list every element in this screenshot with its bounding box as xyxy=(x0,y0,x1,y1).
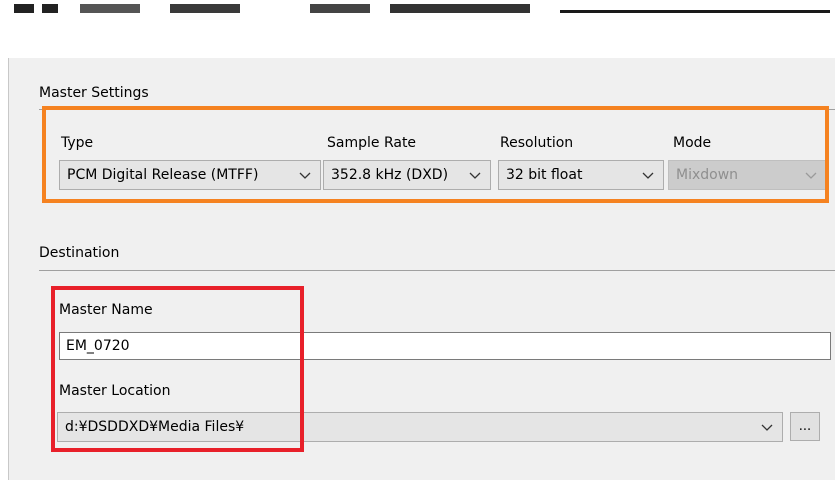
chevron-down-icon xyxy=(299,172,311,179)
master-location-dropdown[interactable]: d:¥DSDDXD¥Media Files¥ xyxy=(57,412,783,442)
destination-title: Destination xyxy=(39,245,120,261)
resolution-value: 32 bit float xyxy=(506,167,583,183)
chevron-down-icon xyxy=(469,172,481,179)
sample-rate-value: 352.8 kHz (DXD) xyxy=(331,167,449,183)
master-dialog-panel: Master Settings Type Sample Rate Resolut… xyxy=(8,58,835,480)
type-label: Type xyxy=(61,135,94,151)
sample-rate-dropdown[interactable]: 352.8 kHz (DXD) xyxy=(323,160,491,190)
browse-button[interactable]: ... xyxy=(790,412,820,441)
master-name-input[interactable]: EM_0720 xyxy=(59,332,831,360)
master-name-label: Master Name xyxy=(59,302,153,318)
resolution-dropdown[interactable]: 32 bit float xyxy=(498,160,664,190)
mode-label: Mode xyxy=(673,135,712,151)
chevron-down-icon xyxy=(761,424,773,431)
master-settings-divider xyxy=(39,109,835,110)
sample-rate-label: Sample Rate xyxy=(327,135,417,151)
master-location-label: Master Location xyxy=(59,383,171,399)
mode-value: Mixdown xyxy=(676,167,739,183)
master-settings-title: Master Settings xyxy=(39,85,149,101)
resolution-label: Resolution xyxy=(500,135,574,151)
chevron-down-icon xyxy=(642,172,654,179)
master-location-value: d:¥DSDDXD¥Media Files¥ xyxy=(65,419,245,435)
master-name-value: EM_0720 xyxy=(66,338,130,354)
background-window-strip xyxy=(0,0,835,14)
mode-dropdown: Mixdown xyxy=(668,160,827,190)
chevron-down-icon xyxy=(805,172,817,179)
type-value: PCM Digital Release (MTFF) xyxy=(67,167,259,183)
destination-divider xyxy=(39,270,835,271)
type-dropdown[interactable]: PCM Digital Release (MTFF) xyxy=(59,160,321,190)
